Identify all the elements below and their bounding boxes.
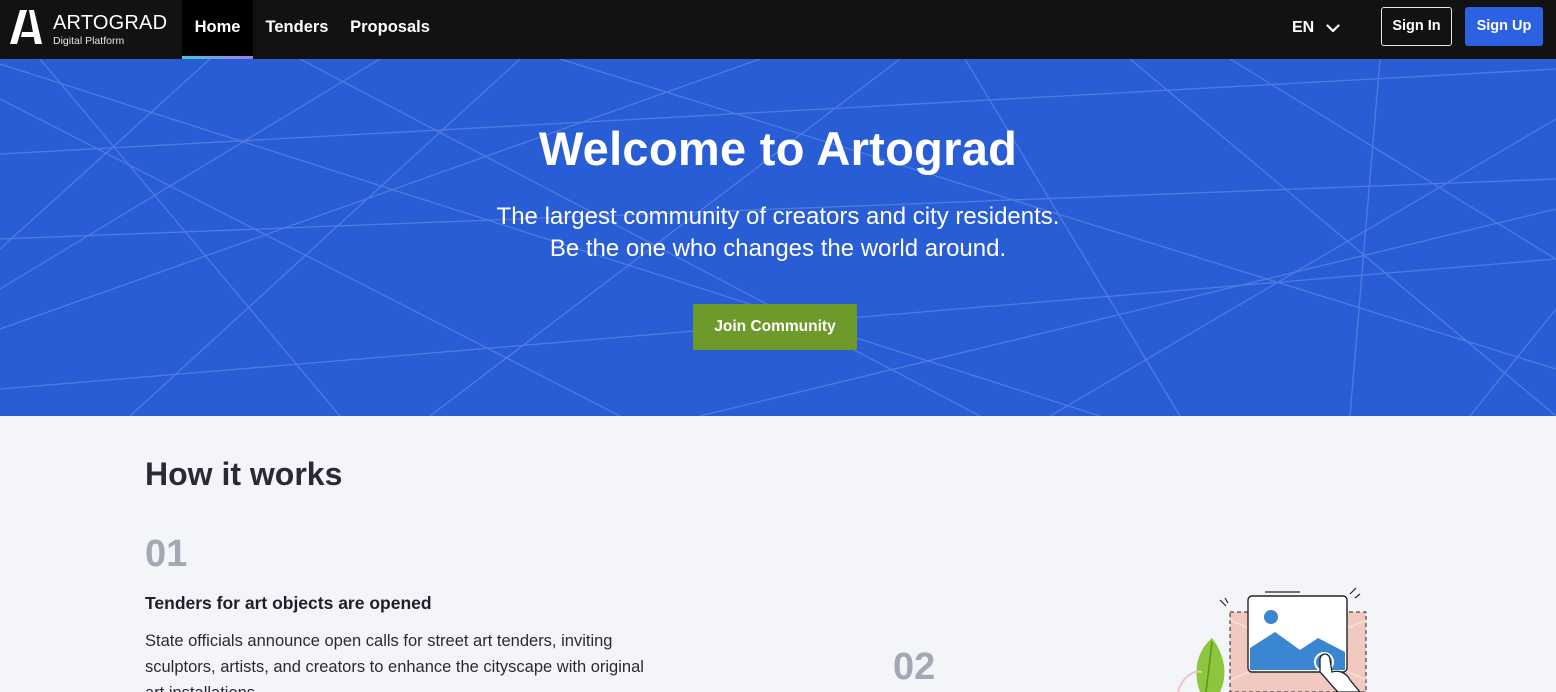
- step-2-number: 02: [893, 646, 936, 688]
- brand-logo[interactable]: ARTOGRAD Digital Platform: [10, 10, 170, 50]
- chevron-down-icon: [1326, 23, 1340, 32]
- nav-tenders[interactable]: Tenders: [258, 0, 336, 59]
- brand-subtitle: Digital Platform: [53, 35, 125, 47]
- nav-home[interactable]: Home: [182, 0, 253, 59]
- step-1-description: State officials announce open calls for …: [145, 632, 644, 692]
- hero-title: Welcome to Artograd: [538, 122, 1018, 175]
- join-community-button[interactable]: Join Community: [693, 304, 857, 350]
- logo-a-icon: [10, 10, 42, 44]
- how-it-works-title: How it works: [145, 456, 343, 492]
- hero-banner: Welcome to Artograd The largest communit…: [0, 59, 1556, 416]
- step-1-number: 01: [145, 533, 188, 575]
- language-label: EN: [1292, 19, 1315, 36]
- top-navbar: ARTOGRAD Digital Platform Home Tenders P…: [0, 0, 1556, 59]
- sign-up-button[interactable]: Sign Up: [1465, 7, 1543, 46]
- step-1-heading: Tenders for art objects are opened: [145, 593, 432, 613]
- nav-proposals[interactable]: Proposals: [344, 0, 436, 59]
- brand-name: ARTOGRAD: [53, 12, 168, 34]
- sign-in-button[interactable]: Sign In: [1381, 7, 1452, 46]
- hero-subtitle-line-2: Be the one who changes the world around.: [549, 235, 1007, 262]
- language-selector[interactable]: EN: [1292, 16, 1340, 40]
- hero-subtitle: The largest community of creators and ci…: [0, 201, 1556, 265]
- image-upload-illustration: [1177, 587, 1367, 692]
- hero-subtitle-line-1: The largest community of creators and ci…: [496, 203, 1060, 230]
